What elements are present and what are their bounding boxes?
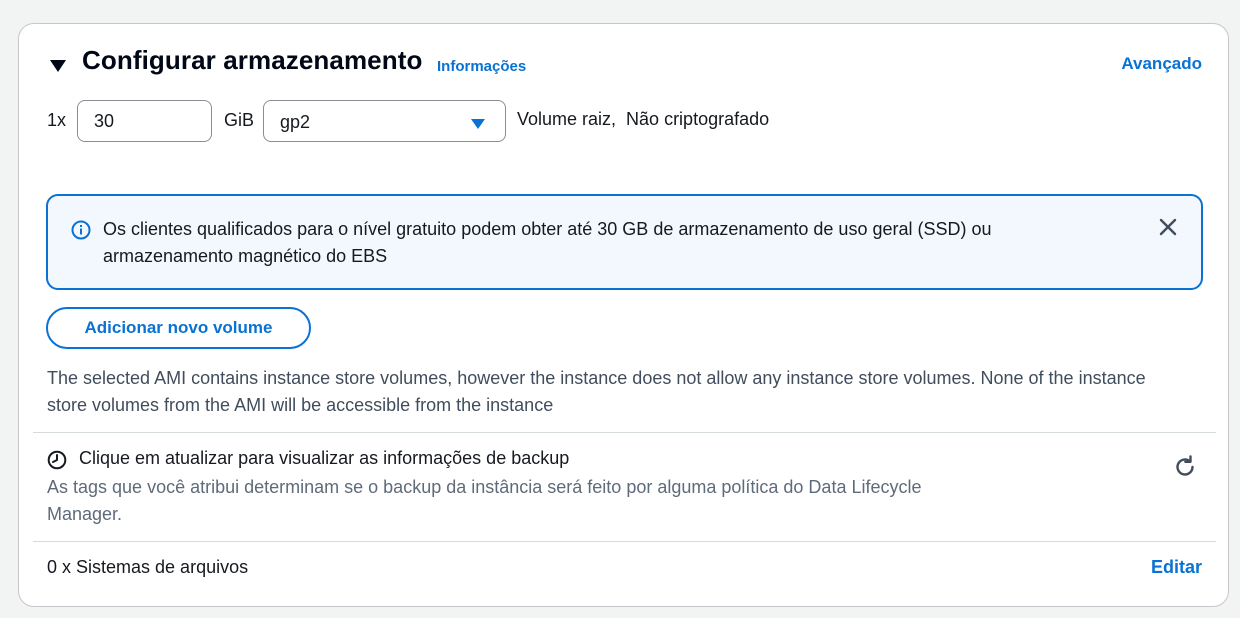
volume-type-value: gp2 xyxy=(280,112,311,132)
backup-title: Clique em atualizar para visualizar as i… xyxy=(79,448,570,468)
instance-store-note: The selected AMI contains instance store… xyxy=(47,368,1146,415)
edit-file-systems-link[interactable]: Editar xyxy=(1151,557,1202,578)
divider xyxy=(33,432,1216,433)
volume-count-label: 1x xyxy=(47,110,67,130)
refresh-icon[interactable] xyxy=(1173,455,1197,484)
close-icon[interactable] xyxy=(1159,218,1177,241)
section-title: Configurar armazenamento xyxy=(82,45,423,75)
volume-size-input[interactable] xyxy=(77,100,212,142)
volume-description: Volume raiz, Não criptografado xyxy=(517,109,770,129)
collapse-caret-icon[interactable] xyxy=(49,57,67,75)
backup-description: As tags que você atribui determinam se o… xyxy=(47,477,922,524)
alert-message: Os clientes qualificados para o nível gr… xyxy=(103,219,992,266)
free-tier-alert: Os clientes qualificados para o nível gr… xyxy=(46,194,1203,290)
info-link[interactable]: Informações xyxy=(437,58,526,75)
advanced-link[interactable]: Avançado xyxy=(1121,54,1202,74)
volume-type-select[interactable]: gp2 xyxy=(263,100,506,142)
divider xyxy=(33,541,1216,542)
storage-config-panel: Configurar armazenamento Informações Ava… xyxy=(18,23,1229,607)
volume-unit-label: GiB xyxy=(224,110,255,130)
dropdown-caret-icon xyxy=(471,116,485,134)
file-systems-count: 0 x Sistemas de arquivos xyxy=(47,557,249,577)
clock-icon xyxy=(47,450,67,475)
add-volume-button[interactable]: Adicionar novo volume xyxy=(46,307,311,349)
info-icon xyxy=(71,220,91,245)
